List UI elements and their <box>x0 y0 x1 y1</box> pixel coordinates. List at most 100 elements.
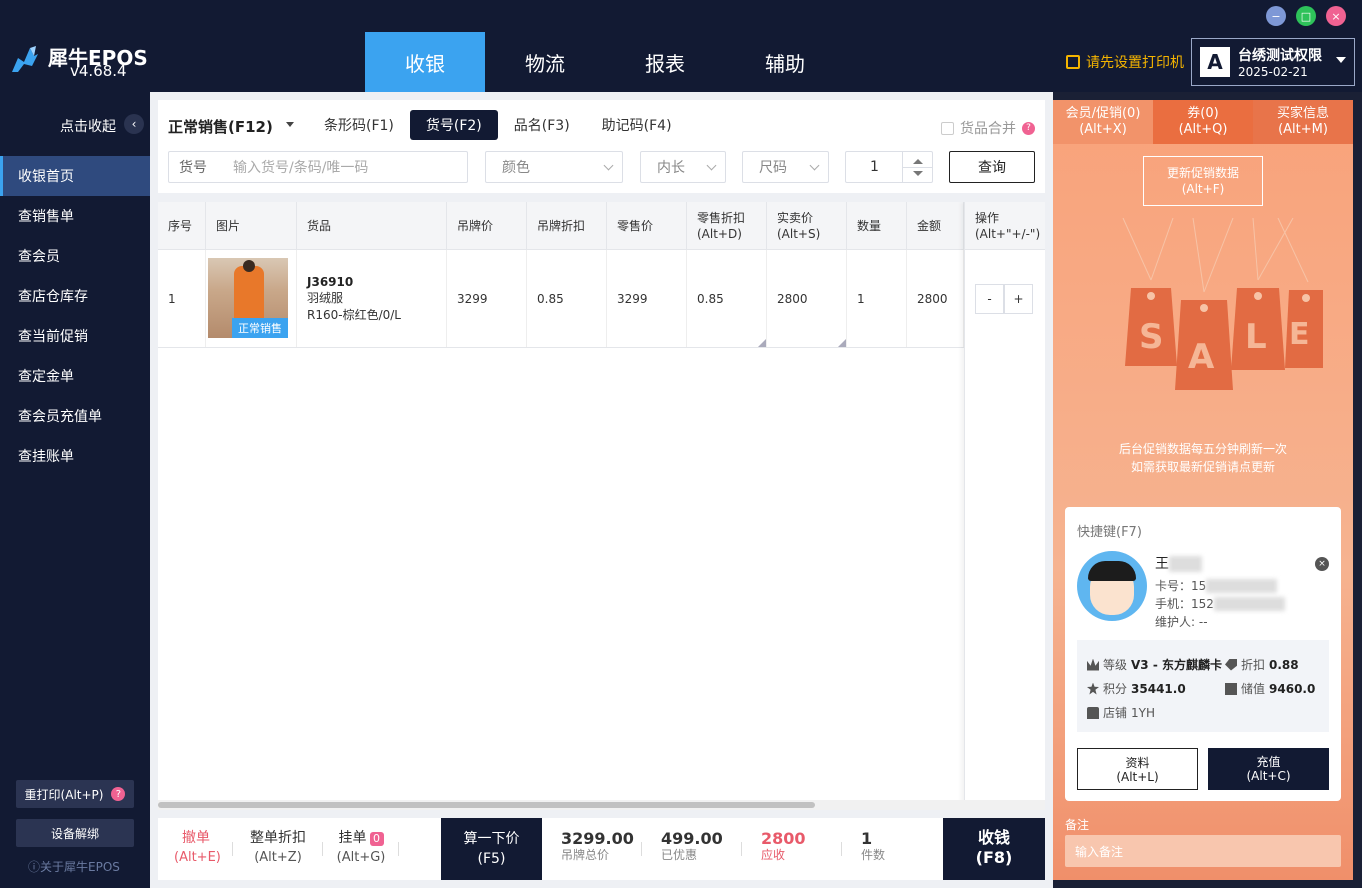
col-retail-discount: 零售折扣 (Alt+D) <box>687 202 767 250</box>
printer-icon <box>1066 55 1080 69</box>
inner-length-select[interactable]: 内长 <box>640 151 726 183</box>
printer-warning[interactable]: 请先设置打印机 <box>1066 52 1184 72</box>
sidebar-item-credit-orders[interactable]: 查挂账单 <box>0 436 150 476</box>
tab-member-promo-key: (Alt+X) <box>1079 122 1127 137</box>
divider <box>398 842 399 856</box>
sidebar-item-deposits[interactable]: 查定金单 <box>0 356 150 396</box>
divider <box>641 842 642 856</box>
col-operations: 操作 (Alt+"+/-") <box>965 202 1045 250</box>
update-promo-button[interactable]: 更新促销数据 (Alt+F) <box>1143 156 1263 206</box>
table-row[interactable]: 1 正常销售 J36910 羽绒服 R160-棕红色/0/L 3299 0.85… <box>158 250 1045 348</box>
user-menu[interactable]: A 台绣测试权限 2025-02-21 <box>1191 38 1355 86</box>
sidebar-item-promotions[interactable]: 查当前促销 <box>0 316 150 356</box>
whole-discount-button[interactable]: 整单折扣 (Alt+Z) <box>248 828 308 868</box>
col-quantity: 数量 <box>847 202 907 250</box>
merge-checkbox[interactable] <box>941 121 954 135</box>
maximize-icon[interactable]: □ <box>1296 6 1316 26</box>
color-select[interactable]: 颜色 <box>485 151 623 183</box>
product-image[interactable]: 正常销售 <box>208 258 288 338</box>
about-link[interactable]: ⓘ关于犀牛EPOS <box>28 858 120 875</box>
sale-tag-l: L <box>1231 288 1285 370</box>
tab-cashier[interactable]: 收银 <box>365 32 485 92</box>
tag-total-label: 吊牌总价 <box>561 848 610 862</box>
close-icon[interactable]: × <box>1326 6 1346 26</box>
col-tag-discount: 吊牌折扣 <box>527 202 607 250</box>
member-recharge-button[interactable]: 充值 (Alt+C) <box>1208 748 1329 790</box>
tab-coupons[interactable]: 券(0) (Alt+Q) <box>1153 100 1253 144</box>
recharge-shortcut: (Alt+C) <box>1246 769 1291 783</box>
arrow-down-icon[interactable] <box>913 171 923 176</box>
member-phone: 手机：152xxxxxxxxxx <box>1155 595 1285 612</box>
update-promo-shortcut: (Alt+F) <box>1181 182 1225 196</box>
row-retail-discount[interactable]: 0.85 <box>687 250 767 347</box>
reprint-button[interactable]: 重打印(Alt+P) ? <box>16 780 134 808</box>
member-level: 等级 V3 - 东方麒麟卡 <box>1087 656 1222 673</box>
horizontal-scrollbar[interactable] <box>158 800 1045 810</box>
item-search-input[interactable]: 货号 输入货号/条码/唯一码 <box>168 151 468 183</box>
tab-logistics[interactable]: 物流 <box>485 32 605 92</box>
tab-member-promo[interactable]: 会员/促销(0) (Alt+X) <box>1053 100 1153 144</box>
decrease-qty-button[interactable]: - <box>975 284 1004 314</box>
sidebar-item-members[interactable]: 查会员 <box>0 236 150 276</box>
row-amount: 2800 <box>907 250 964 347</box>
hang-order-button[interactable]: 挂单 0 (Alt+G) <box>336 828 386 868</box>
table-header: 序号 图片 货品 吊牌价 吊牌折扣 零售价 零售折扣 (Alt+D) 实卖价 (… <box>158 202 1045 250</box>
member-profile-button[interactable]: 资料 (Alt+L) <box>1077 748 1198 790</box>
sidebar-collapse-label[interactable]: 点击收起 <box>60 116 116 136</box>
sidebar-item-inventory[interactable]: 查店仓库存 <box>0 276 150 316</box>
sale-price-value: 2800 <box>777 291 808 306</box>
operations-column: 操作 (Alt+"+/-") - + <box>964 202 1045 810</box>
avatar-hair <box>1088 561 1136 581</box>
tab-reports[interactable]: 报表 <box>605 32 725 92</box>
arrow-up-icon[interactable] <box>913 159 923 164</box>
cancel-order-button[interactable]: 撤单 (Alt+E) <box>174 828 221 868</box>
member-discount: 折扣 0.88 <box>1225 656 1299 673</box>
stepper-arrows[interactable] <box>902 152 933 182</box>
redacted-phone: xxxxxxxxxx <box>1213 597 1285 611</box>
quantity-value[interactable]: 1 <box>870 159 879 175</box>
merge-products[interactable]: 货品合并 ? <box>941 118 1035 138</box>
collect-payment-button[interactable]: 收钱 (F8) <box>943 818 1045 880</box>
tab-assist[interactable]: 辅助 <box>725 32 845 92</box>
size-select[interactable]: 尺码 <box>742 151 829 183</box>
sale-mode-select[interactable]: 正常销售(F12) <box>168 116 273 137</box>
scrollbar-thumb[interactable] <box>158 802 815 808</box>
sidebar-item-recharges[interactable]: 查会员充值单 <box>0 396 150 436</box>
caret-down-icon[interactable] <box>286 122 294 127</box>
calc-shortcut: (F5) <box>477 851 506 867</box>
note-input[interactable]: 输入备注 <box>1065 835 1341 867</box>
member-points: 积分 35441.0 <box>1087 680 1186 697</box>
tab-barcode[interactable]: 条形码(F1) <box>308 110 410 140</box>
divider <box>741 842 742 856</box>
chevron-left-icon[interactable]: ‹ <box>124 114 144 134</box>
col-amount: 金额 <box>907 202 964 250</box>
increase-qty-button[interactable]: + <box>1004 284 1033 314</box>
sidebar-item-cashier-home[interactable]: 收银首页 <box>0 156 150 196</box>
tab-product-name[interactable]: 品名(F3) <box>498 110 586 140</box>
recharge-label: 充值 <box>1256 755 1281 769</box>
sidebar-item-sales-orders[interactable]: 查销售单 <box>0 196 150 236</box>
close-icon[interactable]: × <box>1315 557 1329 571</box>
phone-label: 手机：152 <box>1155 597 1214 611</box>
member-name: 王xxxx <box>1155 553 1203 573</box>
sale-type-tag: 正常销售 <box>232 318 288 338</box>
store-value: 1YH <box>1131 705 1156 720</box>
whole-discount-shortcut: (Alt+Z) <box>254 850 302 865</box>
quantity-stepper[interactable]: 1 <box>845 151 933 183</box>
tab-buyer-info[interactable]: 买家信息 (Alt+M) <box>1253 100 1353 144</box>
tab-item-no[interactable]: 货号(F2) <box>409 110 498 140</box>
row-sale-price[interactable]: 2800 <box>767 250 847 347</box>
balance-value: 9460.0 <box>1269 681 1316 696</box>
query-button[interactable]: 查询 <box>949 151 1035 183</box>
tab-mnemonic[interactable]: 助记码(F4) <box>586 110 688 140</box>
calculate-price-button[interactable]: 算一下价 (F5) <box>441 818 542 880</box>
help-icon[interactable]: ? <box>111 787 126 801</box>
minimize-icon[interactable]: − <box>1266 6 1286 26</box>
unbind-device-button[interactable]: 设备解绑 <box>16 819 134 847</box>
cancel-label: 撤单 <box>182 830 210 846</box>
note-label: 备注 <box>1065 818 1090 832</box>
hang-text: 挂单 <box>338 830 367 846</box>
rhino-logo-icon <box>12 46 38 72</box>
help-icon[interactable]: ? <box>1022 121 1035 135</box>
row-quantity: 1 <box>847 250 907 347</box>
